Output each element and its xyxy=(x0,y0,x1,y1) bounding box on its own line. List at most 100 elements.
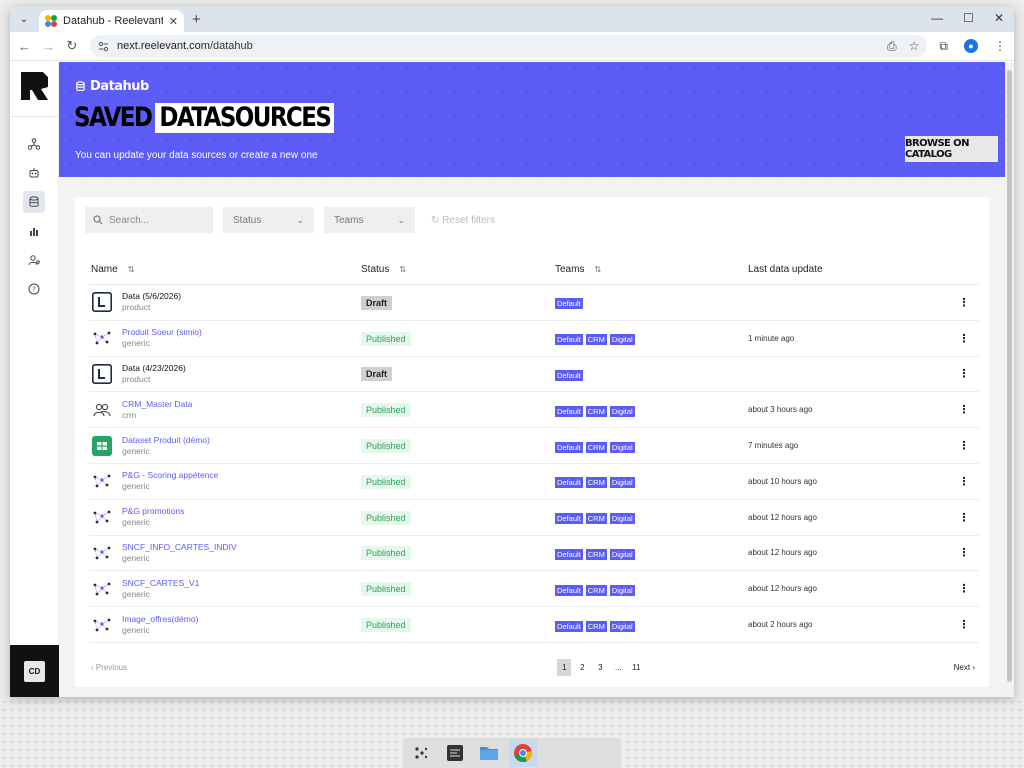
datasource-type: generic xyxy=(122,552,150,563)
datasource-name[interactable]: CRM_Master Data xyxy=(122,399,192,410)
taskbar-launcher[interactable] xyxy=(407,739,435,767)
team-badge: Default xyxy=(555,620,583,632)
more-options-icon[interactable]: ⋮ xyxy=(959,511,970,524)
browse-catalog-button[interactable]: BROWSE ON CATALOG xyxy=(905,136,998,162)
team-badge: Digital xyxy=(609,584,635,596)
page-number-button[interactable]: 1 xyxy=(557,658,572,676)
url-host: next.reelevant.com xyxy=(117,40,210,52)
more-options-icon[interactable]: ⋮ xyxy=(959,618,970,631)
pagination-ellipsis: ... xyxy=(614,662,622,672)
sidebar-item-datahub[interactable] xyxy=(23,191,45,213)
table-row[interactable]: Dataset Produit (démo) generic Published… xyxy=(89,428,979,464)
sidebar-item-users[interactable] xyxy=(23,249,45,271)
taskbar-terminal[interactable] xyxy=(441,739,469,767)
close-window-icon[interactable]: ✕ xyxy=(994,11,1004,25)
datasource-name[interactable]: Data (4/23/2026) xyxy=(122,363,186,374)
previous-page-button[interactable]: ‹ Previous xyxy=(91,663,127,672)
table-row[interactable]: SNCF_INFO_CARTES_INDIV generic Published… xyxy=(89,536,979,572)
table-row[interactable]: Produit Soeur (simio) generic Published … xyxy=(89,321,979,357)
more-options-icon[interactable]: ⋮ xyxy=(959,403,970,416)
datasource-name[interactable]: Data (5/6/2026) xyxy=(122,291,181,302)
page-scrollbar[interactable] xyxy=(1005,62,1014,697)
datasource-name[interactable]: Dataset Produit (démo) xyxy=(122,435,210,446)
status-badge: Published xyxy=(361,510,411,525)
status-cell: Published xyxy=(361,474,555,489)
status-badge: Draft xyxy=(361,367,393,382)
user-menu[interactable]: CD xyxy=(10,645,59,697)
close-tab-icon[interactable]: ✕ xyxy=(169,15,178,28)
table-row[interactable]: P&G - Scoring appétence generic Publishe… xyxy=(89,464,979,500)
more-options-icon[interactable]: ⋮ xyxy=(959,546,970,559)
table-row[interactable]: P&G promotions generic Published Default… xyxy=(89,500,979,536)
sidebar-item-connections[interactable] xyxy=(23,133,45,155)
svg-text:?: ? xyxy=(32,286,36,294)
page-number-button[interactable]: 3 xyxy=(593,659,607,676)
header-teams[interactable]: Teams ⇅ xyxy=(555,264,748,275)
browser-tab[interactable]: Datahub - Reelevant ✕ xyxy=(39,10,184,32)
table-row[interactable]: Data (5/6/2026) product Draft Default ⋮ xyxy=(89,285,979,321)
scrollbar-thumb[interactable] xyxy=(1007,70,1012,682)
page-numbers: 1 2 3... 11 xyxy=(557,658,643,676)
address-bar: ← → ↻ next.reelevant.com/datahub ⎙ ☆ ⧉ ●… xyxy=(10,32,1014,61)
forward-icon[interactable]: → xyxy=(42,39,55,54)
table-row[interactable]: SNCF_CARTES_V1 generic Published Default… xyxy=(89,571,979,608)
table-row[interactable]: Image_offres(démo) generic Published Def… xyxy=(89,607,979,643)
more-options-icon[interactable]: ⋮ xyxy=(959,332,970,345)
datasource-info: CRM_Master Data crm xyxy=(122,399,192,421)
datasource-info: Data (4/23/2026) product xyxy=(122,363,186,385)
sidebar-item-automation[interactable] xyxy=(23,162,45,184)
new-tab-button[interactable]: + xyxy=(192,11,201,28)
datasource-name[interactable]: SNCF_CARTES_V1 xyxy=(122,578,199,589)
more-options-icon[interactable]: ⋮ xyxy=(959,439,970,452)
page-number-button[interactable]: 2 xyxy=(575,659,589,676)
header-name[interactable]: Name ⇅ xyxy=(89,264,361,275)
name-cell: Data (4/23/2026) product xyxy=(89,363,361,385)
status-badge: Published xyxy=(361,582,411,597)
install-app-icon[interactable]: ⎙ xyxy=(887,39,897,54)
reelevant-logo[interactable] xyxy=(21,72,48,100)
profile-avatar-icon[interactable]: ● xyxy=(964,39,978,53)
sidebar-item-analytics[interactable] xyxy=(23,220,45,242)
more-options-icon[interactable]: ⋮ xyxy=(959,367,970,380)
reload-icon[interactable]: ↻ xyxy=(66,38,78,54)
browser-menu-icon[interactable]: ⋮ xyxy=(994,39,1006,53)
datasource-name[interactable]: Image_offres(démo) xyxy=(122,614,198,625)
header-status[interactable]: Status ⇅ xyxy=(361,264,555,275)
datasource-name[interactable]: SNCF_INFO_CARTES_INDIV xyxy=(122,542,237,553)
teams-filter[interactable]: Teams ⌄ xyxy=(324,207,415,233)
team-badge: Digital xyxy=(609,620,635,632)
page-number-button[interactable]: 11 xyxy=(629,659,643,676)
main-content: Datahub SAVED DATASOURCES You can update… xyxy=(59,62,1014,697)
teams-cell: Default CRM Digital xyxy=(555,510,748,525)
back-icon[interactable]: ← xyxy=(18,39,31,54)
datasource-name[interactable]: P&G promotions xyxy=(122,506,184,517)
name-cell: Dataset Produit (démo) generic xyxy=(89,435,361,457)
taskbar-chrome[interactable] xyxy=(509,739,537,767)
team-badge: CRM xyxy=(585,548,607,560)
minimize-icon[interactable]: — xyxy=(931,11,943,25)
table-row[interactable]: Data (4/23/2026) product Draft Default ⋮ xyxy=(89,357,979,393)
taskbar-files[interactable] xyxy=(475,739,503,767)
row-actions: ⋮ xyxy=(948,582,979,595)
row-actions: ⋮ xyxy=(948,618,979,631)
datasource-name[interactable]: P&G - Scoring appétence xyxy=(122,470,218,481)
url-field[interactable]: next.reelevant.com/datahub ⎙ ☆ xyxy=(90,35,928,57)
next-page-button[interactable]: Next › xyxy=(954,663,975,672)
tab-search-button[interactable]: ⌄ xyxy=(13,9,35,31)
reset-filters-button[interactable]: ↻ Reset filters xyxy=(431,215,495,226)
bookmark-star-icon[interactable]: ☆ xyxy=(909,39,920,54)
search-input[interactable]: Search... xyxy=(85,207,213,233)
extensions-icon[interactable]: ⧉ xyxy=(939,39,948,54)
chevron-down-icon: ⌄ xyxy=(296,214,304,225)
status-filter[interactable]: Status ⌄ xyxy=(223,207,314,233)
more-options-icon[interactable]: ⋮ xyxy=(959,296,970,309)
more-options-icon[interactable]: ⋮ xyxy=(959,582,970,595)
maximize-icon[interactable]: ☐ xyxy=(963,11,974,25)
site-info-icon[interactable] xyxy=(98,41,109,52)
more-options-icon[interactable]: ⋮ xyxy=(959,475,970,488)
url-text: next.reelevant.com/datahub xyxy=(117,40,879,52)
team-badge: Default xyxy=(555,405,583,417)
datasource-name[interactable]: Produit Soeur (simio) xyxy=(122,327,202,338)
table-row[interactable]: CRM_Master Data crm Published Default CRM… xyxy=(89,392,979,429)
sidebar-item-help[interactable]: ? xyxy=(23,278,45,300)
